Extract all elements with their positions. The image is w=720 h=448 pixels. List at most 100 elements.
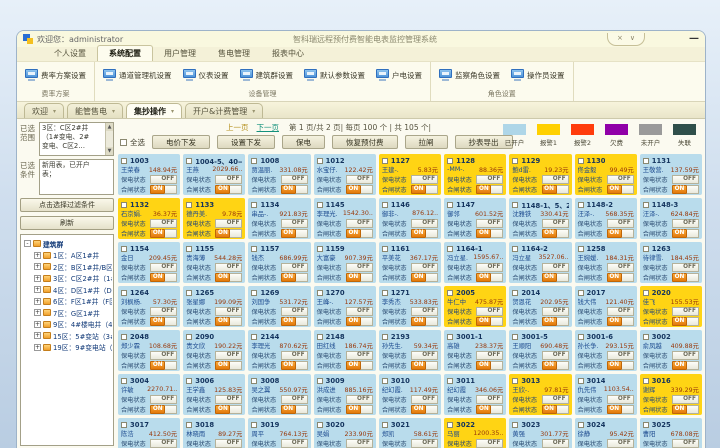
refresh-button[interactable]: 刷新	[20, 216, 114, 230]
protect-toggle[interactable]: OFF	[672, 351, 699, 360]
switch-toggle[interactable]: ON	[607, 185, 634, 194]
switch-toggle[interactable]: ON	[672, 229, 699, 238]
switch-toggle[interactable]: ON	[281, 273, 308, 282]
card-checkbox[interactable]	[447, 334, 453, 340]
expander-icon[interactable]: +	[34, 298, 41, 305]
toolbar-button-1[interactable]: 电价下发	[152, 135, 210, 149]
meter-card[interactable]: 3013王欣-.97.81元保电状态OFF合闸状态ON	[509, 374, 571, 415]
switch-toggle[interactable]: ON	[672, 317, 699, 326]
card-checkbox[interactable]	[186, 158, 192, 164]
protect-toggle[interactable]: OFF	[346, 439, 373, 448]
meter-card[interactable]: 3025曹阳678.08元保电状态OFF合闸状态ON	[640, 418, 702, 448]
expander-icon[interactable]: +	[34, 275, 41, 282]
switch-toggle[interactable]: ON	[476, 185, 503, 194]
switch-toggle[interactable]: ON	[672, 273, 699, 282]
chevron-down-icon[interactable]: ▾	[252, 108, 255, 115]
ribbon-button-2-4[interactable]: 默认参数设置	[304, 69, 365, 81]
switch-toggle[interactable]: ON	[411, 273, 438, 282]
card-checkbox[interactable]	[643, 246, 649, 252]
card-checkbox[interactable]	[382, 290, 388, 296]
menu-item-2[interactable]: 系统配置	[97, 45, 153, 61]
card-checkbox[interactable]	[512, 158, 518, 164]
ribbon-button-2-2[interactable]: 仪表设置	[183, 69, 229, 81]
card-checkbox[interactable]	[578, 422, 584, 428]
switch-toggle[interactable]: ON	[476, 229, 503, 238]
meter-card[interactable]: 3001-5王顺阳690.48元保电状态OFF合闸状态ON	[509, 330, 571, 371]
protect-toggle[interactable]: OFF	[150, 175, 177, 184]
expander-icon[interactable]: +	[34, 344, 41, 351]
card-checkbox[interactable]	[251, 378, 257, 384]
card-checkbox[interactable]	[512, 422, 518, 428]
protect-toggle[interactable]: OFF	[346, 219, 373, 228]
scroll-up-icon[interactable]: ▲	[106, 123, 113, 131]
protect-toggle[interactable]: OFF	[672, 175, 699, 184]
meter-card[interactable]: 3016谢辉339.29元保电状态OFF合闸状态ON	[640, 374, 702, 415]
protect-toggle[interactable]: OFF	[411, 439, 438, 448]
meter-card[interactable]: 3002俞凤越409.88元保电状态OFF合闸状态ON	[640, 330, 702, 371]
menu-item-1[interactable]: 个人设置	[43, 46, 97, 61]
card-checkbox[interactable]	[512, 202, 518, 208]
meter-card[interactable]: 1012水宝仔.122.42元保电状态OFF合闸状态ON	[314, 154, 376, 195]
expander-icon[interactable]: +	[34, 332, 41, 339]
card-checkbox[interactable]	[317, 378, 323, 384]
protect-toggle[interactable]: OFF	[346, 307, 373, 316]
protect-toggle[interactable]: OFF	[476, 307, 503, 316]
switch-toggle[interactable]: ON	[215, 273, 242, 282]
protect-toggle[interactable]: OFF	[150, 263, 177, 272]
protect-toggle[interactable]: OFF	[281, 395, 308, 404]
card-checkbox[interactable]	[251, 290, 257, 296]
protect-toggle[interactable]: OFF	[411, 351, 438, 360]
meter-card[interactable]: 1264刘枫杨.57.30元保电状态OFF合闸状态ON	[118, 286, 180, 327]
card-checkbox[interactable]	[186, 334, 192, 340]
collapse-icon[interactable]: ∨	[630, 35, 635, 42]
meter-card[interactable]: 3017陈浩412.50元保电状态OFF合闸状态ON	[118, 418, 180, 448]
meter-card[interactable]: 3019周平764.13元保电状态OFF合闸状态ON	[248, 418, 310, 448]
meter-card[interactable]: 3004许敏2270.71..保电状态OFF合闸状态ON	[118, 374, 180, 415]
meter-card[interactable]: 1148-1、5、22沈雅铁330.41元保电状态OFF合闸状态ON	[509, 198, 571, 239]
meter-card[interactable]: 1269刘国争531.72元保电状态OFF合闸状态ON	[248, 286, 310, 327]
meter-card[interactable]: 1129鲍d雷.19.23元保电状态OFF合闸状态ON	[509, 154, 571, 195]
meter-card[interactable]: 3011纪幻霞346.06元保电状态OFF合闸状态ON	[444, 374, 506, 415]
meter-card[interactable]: 1164-1冯立星.1595.67..保电状态OFF合闸状态ON	[444, 242, 506, 283]
window-style-pill[interactable]: × ∨	[607, 33, 645, 46]
toolbar-button-4[interactable]: 恢复预付费	[332, 135, 398, 149]
tree-root[interactable]: -建筑群	[24, 239, 112, 249]
card-checkbox[interactable]	[186, 378, 192, 384]
protect-toggle[interactable]: OFF	[476, 439, 503, 448]
protect-toggle[interactable]: OFF	[150, 439, 177, 448]
protect-toggle[interactable]: OFF	[542, 439, 569, 448]
scroll-down-icon[interactable]: ▼	[106, 147, 113, 155]
card-checkbox[interactable]	[512, 290, 518, 296]
meter-card[interactable]: 1008贾温丽.331.08元保电状态OFF合闸状态ON	[248, 154, 310, 195]
menu-item-5[interactable]: 报表中心	[261, 46, 315, 61]
meter-card[interactable]: 1155贵海薄544.28元保电状态OFF合闸状态ON	[183, 242, 245, 283]
switch-toggle[interactable]: ON	[346, 361, 373, 370]
protect-toggle[interactable]: OFF	[150, 219, 177, 228]
meter-card[interactable]: 1131王敬营.137.59元保电状态OFF合闸状态ON	[640, 154, 702, 195]
protect-toggle[interactable]: OFF	[215, 395, 242, 404]
theme-icon[interactable]: ×	[617, 35, 623, 42]
switch-toggle[interactable]: ON	[607, 273, 634, 282]
switch-toggle[interactable]: ON	[672, 361, 699, 370]
meter-card[interactable]: 1148-2汪泽-.568.35元保电状态OFF合闸状态ON	[575, 198, 637, 239]
meter-card[interactable]: 1271李秀杰533.83元保电状态OFF合闸状态ON	[379, 286, 441, 327]
tree-item-4[interactable]: +4区：D区1#井（D区1	[24, 285, 112, 295]
protect-toggle[interactable]: OFF	[476, 351, 503, 360]
switch-toggle[interactable]: ON	[346, 229, 373, 238]
meter-card[interactable]: 1157钱杰686.99元保电状态OFF合闸状态ON	[248, 242, 310, 283]
protect-toggle[interactable]: OFF	[542, 175, 569, 184]
switch-toggle[interactable]: ON	[607, 317, 634, 326]
switch-toggle[interactable]: ON	[281, 229, 308, 238]
protect-toggle[interactable]: OFF	[672, 395, 699, 404]
menu-item-4[interactable]: 售电管理	[207, 46, 261, 61]
meter-card[interactable]: 1004-5、40—王燕2029.66..保电状态OFF合闸状态ON	[183, 154, 245, 195]
menu-item-3[interactable]: 用户管理	[153, 46, 207, 61]
expander-icon[interactable]: -	[24, 240, 31, 247]
select-all-checkbox[interactable]	[120, 139, 127, 146]
card-checkbox[interactable]	[447, 378, 453, 384]
card-checkbox[interactable]	[186, 202, 192, 208]
ribbon-button-2-1[interactable]: 通道管理机设置	[103, 69, 172, 81]
card-checkbox[interactable]	[578, 158, 584, 164]
tree-item-1[interactable]: +1区：A区1#井	[24, 250, 112, 260]
protect-toggle[interactable]: OFF	[346, 263, 373, 272]
